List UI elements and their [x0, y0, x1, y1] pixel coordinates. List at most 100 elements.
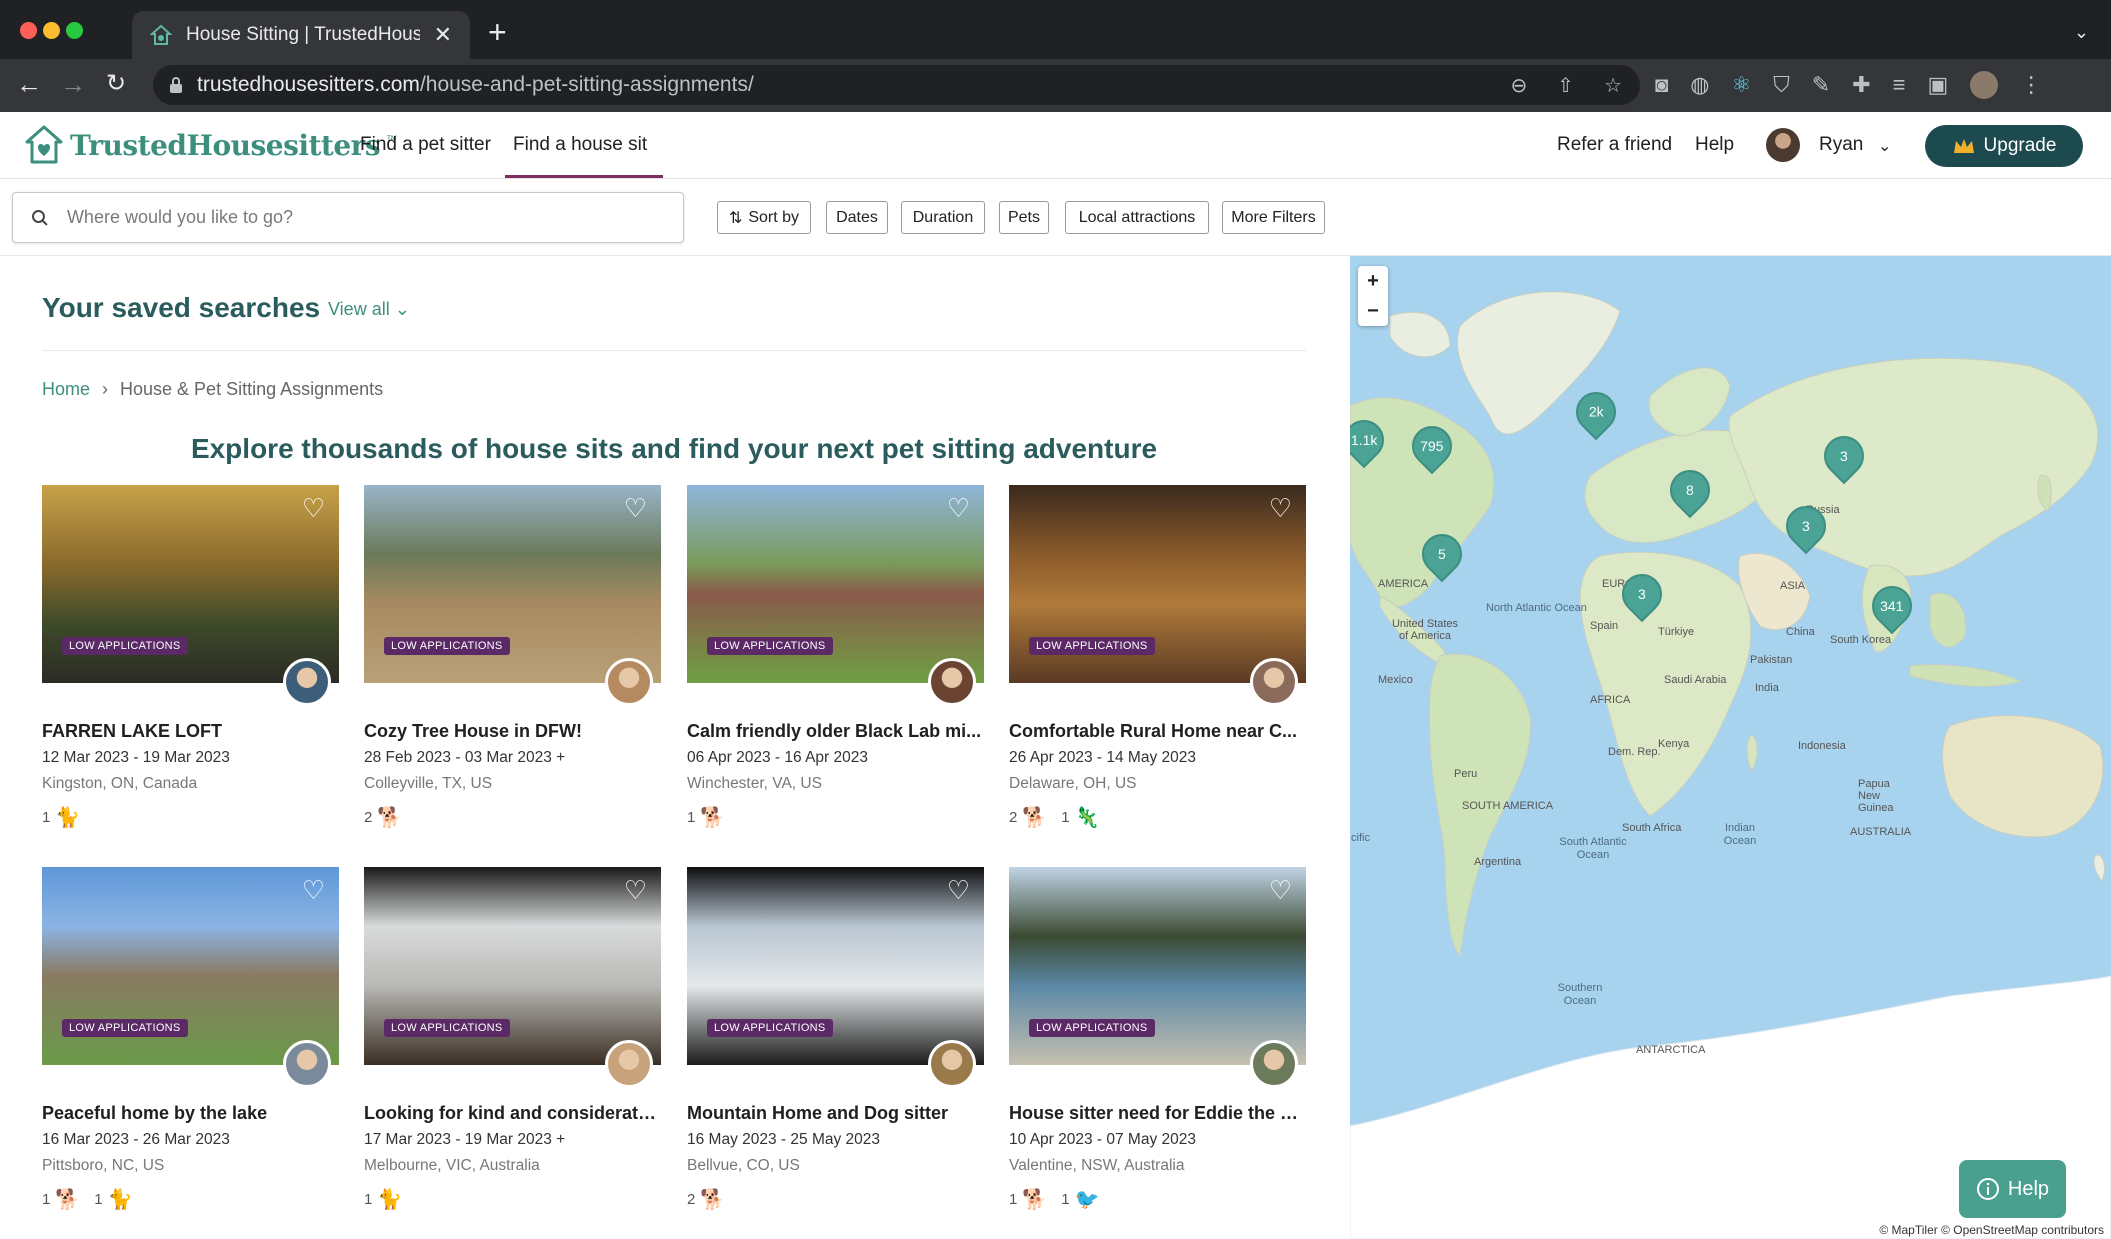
listing-title[interactable]: House sitter need for Eddie the sc... — [1009, 1103, 1306, 1124]
listing-title[interactable]: FARREN LAKE LOFT — [42, 721, 339, 742]
tab-close-icon[interactable]: ✕ — [434, 22, 452, 48]
browser-tab[interactable]: House Sitting | TrustedHousesi ✕ — [132, 11, 470, 59]
dates-filter-button[interactable]: Dates — [826, 201, 888, 234]
duration-filter-button[interactable]: Duration — [901, 201, 985, 234]
more-filters-button[interactable]: More Filters — [1222, 201, 1325, 234]
sort-by-button[interactable]: ⇅ Sort by — [717, 201, 811, 234]
minimize-window-button[interactable] — [43, 22, 60, 39]
user-avatar[interactable] — [1766, 128, 1800, 162]
react-devtools-icon[interactable]: ⚛ — [1732, 72, 1752, 98]
address-bar[interactable]: trustedhousesitters.com/house-and-pet-si… — [153, 65, 1640, 105]
listing-photo[interactable]: ♡ LOW APPLICATIONS — [1009, 867, 1306, 1065]
view-all-dropdown[interactable]: View all ⌄ — [328, 299, 410, 320]
listing-card[interactable]: ♡ LOW APPLICATIONS Looking for kind and … — [364, 867, 661, 1211]
listing-pets: 1 🐕 1 🐈 — [42, 1187, 133, 1212]
listing-title[interactable]: Peaceful home by the lake — [42, 1103, 339, 1124]
puzzle-extensions-icon[interactable]: ✚ — [1852, 72, 1870, 98]
pets-filter-button[interactable]: Pets — [999, 201, 1049, 234]
profile-avatar[interactable] — [1970, 71, 1999, 99]
back-icon[interactable]: ← — [16, 69, 42, 99]
listing-dates: 16 May 2023 - 25 May 2023 — [687, 1131, 881, 1148]
listing-card[interactable]: ♡ LOW APPLICATIONS FARREN LAKE LOFT 12 M… — [42, 485, 339, 829]
listing-card[interactable]: ♡ LOW APPLICATIONS Mountain Home and Dog… — [687, 867, 984, 1211]
favorite-heart-icon[interactable]: ♡ — [947, 877, 970, 903]
favorite-heart-icon[interactable]: ♡ — [624, 877, 647, 903]
zoom-in-icon[interactable]: + — [1367, 270, 1379, 293]
listing-title[interactable]: Comfortable Rural Home near C... — [1009, 721, 1306, 742]
listing-title[interactable]: Looking for kind and considerate... — [364, 1103, 661, 1124]
zoom-icon[interactable]: ⊖ — [1511, 73, 1528, 98]
maximize-window-button[interactable] — [66, 22, 83, 39]
dog-icon: 🐕 — [1022, 1189, 1048, 1211]
favorite-heart-icon[interactable]: ♡ — [1269, 877, 1292, 903]
site-header: TrustedHousesitters ™ Find a pet sitter F… — [0, 112, 2111, 179]
forward-icon[interactable]: → — [60, 69, 86, 99]
destination-search[interactable] — [12, 192, 684, 243]
upgrade-button[interactable]: Upgrade — [1925, 125, 2083, 167]
listing-photo[interactable]: ♡ LOW APPLICATIONS — [364, 867, 661, 1065]
owner-avatar — [283, 658, 331, 706]
listing-title[interactable]: Mountain Home and Dog sitter — [687, 1103, 984, 1124]
shield-extension-icon[interactable]: ⛉ — [1773, 72, 1790, 98]
listing-title[interactable]: Calm friendly older Black Lab mi... — [687, 721, 984, 742]
nav-find-pet-sitter[interactable]: Find a pet sitter — [360, 134, 491, 156]
listing-card[interactable]: ♡ LOW APPLICATIONS Peaceful home by the … — [42, 867, 339, 1211]
camera-extension-icon[interactable]: ◙ — [1655, 72, 1668, 98]
low-applications-badge: LOW APPLICATIONS — [62, 1019, 188, 1037]
favorite-heart-icon[interactable]: ♡ — [947, 495, 970, 521]
favorite-heart-icon[interactable]: ♡ — [302, 495, 325, 521]
listing-title[interactable]: Cozy Tree House in DFW! — [364, 721, 661, 742]
pet-count-value: 1 — [1061, 809, 1070, 826]
listing-card[interactable]: ♡ LOW APPLICATIONS Cozy Tree House in DF… — [364, 485, 661, 829]
listing-location: Valentine, NSW, Australia — [1009, 1157, 1185, 1174]
tab-search-chevron-icon[interactable]: ⌄ — [2074, 22, 2089, 43]
dog-icon: 🐕 — [1022, 807, 1048, 829]
listing-photo[interactable]: ♡ LOW APPLICATIONS — [364, 485, 661, 683]
listing-photo[interactable]: ♡ LOW APPLICATIONS — [1009, 485, 1306, 683]
listing-dates: 17 Mar 2023 - 19 Mar 2023 + — [364, 1131, 566, 1148]
help-widget-button[interactable]: Help — [1959, 1160, 2066, 1218]
side-panel-icon[interactable]: ▣ — [1927, 72, 1948, 98]
listing-photo[interactable]: ♡ LOW APPLICATIONS — [42, 867, 339, 1065]
breadcrumb-home[interactable]: Home — [42, 379, 90, 400]
user-name[interactable]: Ryan — [1819, 134, 1863, 156]
help-link[interactable]: Help — [1695, 134, 1734, 156]
extension-icon[interactable]: ◍ — [1690, 72, 1709, 98]
house-heart-logo-icon — [25, 125, 63, 164]
listing-card[interactable]: ♡ LOW APPLICATIONS Calm friendly older B… — [687, 485, 984, 829]
user-menu-chevron-icon[interactable]: ⌄ — [1878, 136, 1891, 156]
favorite-heart-icon[interactable]: ♡ — [624, 495, 647, 521]
bookmark-star-icon[interactable]: ☆ — [1604, 73, 1622, 98]
logo[interactable]: TrustedHousesitters ™ — [24, 124, 397, 166]
listing-card[interactable]: ♡ LOW APPLICATIONS House sitter need for… — [1009, 867, 1306, 1211]
listing-location: Pittsboro, NC, US — [42, 1157, 165, 1174]
listing-photo[interactable]: ♡ LOW APPLICATIONS — [687, 867, 984, 1065]
listing-location: Colleyville, TX, US — [364, 775, 493, 792]
nav-find-house-sit[interactable]: Find a house sit — [513, 134, 647, 156]
local-attractions-filter-button[interactable]: Local attractions — [1065, 201, 1209, 234]
pet-count-value: 2 — [687, 1191, 696, 1208]
pet-count: 1 🐈 — [42, 805, 80, 830]
sort-icon: ⇅ — [728, 209, 743, 227]
map-label-indian-ocean: Indian Ocean — [1723, 822, 1757, 847]
map[interactable]: + − North Atlantic Ocean South Atlantic … — [1350, 256, 2111, 1239]
map-attribution[interactable]: © MapTiler © OpenStreetMap contributors — [1876, 1223, 2107, 1237]
share-icon[interactable]: ⇧ — [1557, 73, 1574, 98]
close-window-button[interactable] — [20, 22, 37, 39]
new-tab-icon[interactable]: + — [488, 16, 507, 48]
listing-photo[interactable]: ♡ LOW APPLICATIONS — [687, 485, 984, 683]
favorite-heart-icon[interactable]: ♡ — [1269, 495, 1292, 521]
pen-extension-icon[interactable]: ✎ — [1812, 72, 1830, 98]
listing-card[interactable]: ♡ LOW APPLICATIONS Comfortable Rural Hom… — [1009, 485, 1306, 829]
zoom-out-icon[interactable]: − — [1367, 300, 1379, 323]
search-input[interactable] — [66, 207, 665, 228]
refer-friend-link[interactable]: Refer a friend — [1557, 134, 1672, 156]
dog-icon: 🐕 — [700, 1189, 726, 1211]
listing-dates: 12 Mar 2023 - 19 Mar 2023 — [42, 749, 230, 766]
media-queue-icon[interactable]: ≡ — [1893, 72, 1906, 98]
chrome-menu-icon[interactable]: ⋮ — [2020, 72, 2042, 98]
reload-icon[interactable]: ↻ — [106, 69, 126, 99]
listing-photo[interactable]: ♡ LOW APPLICATIONS — [42, 485, 339, 683]
favorite-heart-icon[interactable]: ♡ — [302, 877, 325, 903]
map-label-north-atlantic: North Atlantic Ocean — [1486, 602, 1587, 614]
